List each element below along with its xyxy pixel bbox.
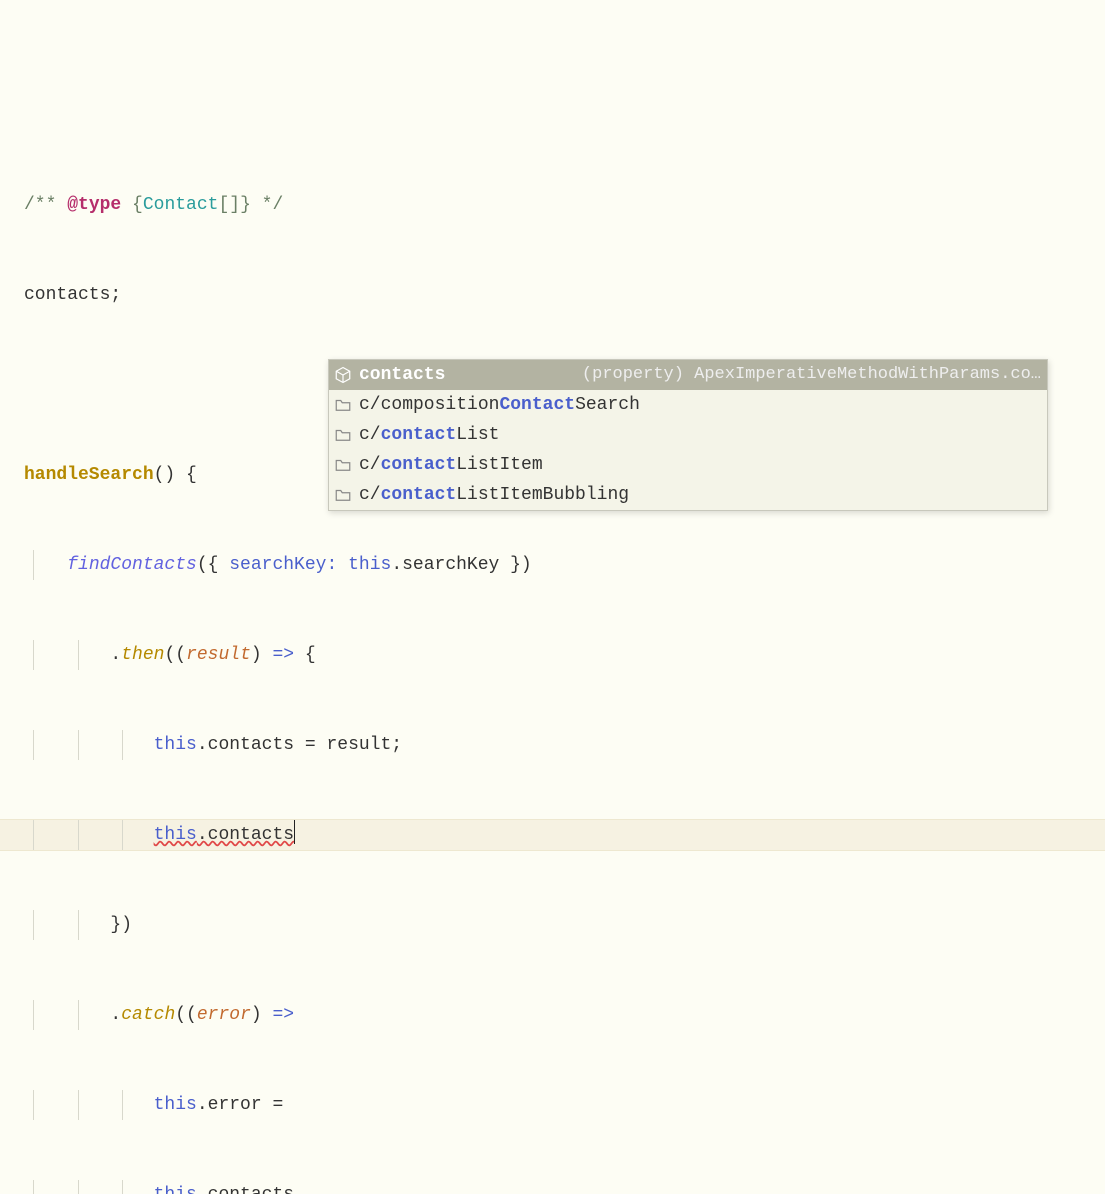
code-text: result <box>186 645 251 665</box>
code-text: this <box>154 735 197 755</box>
code-text: then <box>121 645 164 665</box>
autocomplete-label: contacts <box>359 360 445 390</box>
code-text: (( <box>164 645 186 665</box>
autocomplete-label: c/compositionContactSearch <box>359 390 640 420</box>
code-text: this <box>348 555 391 575</box>
code-line[interactable]: .then((result) => { <box>0 640 1105 670</box>
code-line[interactable]: findContacts({ searchKey: this.searchKey… <box>0 550 1105 580</box>
code-editor[interactable]: /** @type {Contact[]} */ contacts; handl… <box>0 130 1105 1194</box>
code-text: ({ <box>197 555 229 575</box>
code-line[interactable]: contacts; <box>0 280 1105 310</box>
function-name: handleSearch <box>24 465 154 485</box>
code-line[interactable]: this.error = <box>0 1090 1105 1120</box>
code-line[interactable]: this.contacts = result; <box>0 730 1105 760</box>
code-text: => <box>272 645 294 665</box>
code-text: .searchKey }) <box>391 555 531 575</box>
code-text: .contacts = result; <box>197 735 402 755</box>
autocomplete-detail: (property) ApexImperativeMethodWithParam… <box>562 360 1041 390</box>
code-text: . <box>110 645 121 665</box>
code-text: contacts; <box>24 285 121 305</box>
code-text: .contacts <box>197 1185 294 1194</box>
autocomplete-popup[interactable]: contacts (property) ApexImperativeMethodW… <box>328 359 1048 511</box>
code-text: catch <box>121 1005 175 1025</box>
code-text: .error = <box>197 1095 294 1115</box>
folder-icon <box>333 425 353 445</box>
code-line[interactable]: /** @type {Contact[]} */ <box>0 190 1105 220</box>
code-text: }) <box>110 915 132 935</box>
text-cursor <box>294 820 295 844</box>
autocomplete-item[interactable]: c/compositionContactSearch <box>329 390 1047 420</box>
function-call: findContacts <box>67 555 197 575</box>
autocomplete-item[interactable]: c/contactList <box>329 420 1047 450</box>
code-line[interactable]: .catch((error) => <box>0 1000 1105 1030</box>
code-text: ) <box>251 1005 273 1025</box>
current-line[interactable]: this.contacts <box>0 820 1105 850</box>
code-text: (( <box>175 1005 197 1025</box>
autocomplete-label: c/contactListItemBubbling <box>359 480 629 510</box>
code-line[interactable]: this.contacts <box>0 1180 1105 1194</box>
autocomplete-item-selected[interactable]: contacts (property) ApexImperativeMethodW… <box>329 360 1047 390</box>
code-text: => <box>272 1005 294 1025</box>
code-line[interactable]: }) <box>0 910 1105 940</box>
code-text: () { <box>154 465 197 485</box>
property-icon <box>333 365 353 385</box>
autocomplete-item[interactable]: c/contactListItem <box>329 450 1047 480</box>
code-text: error <box>197 1005 251 1025</box>
autocomplete-label: c/contactListItem <box>359 450 543 480</box>
code-text: this <box>154 1185 197 1194</box>
folder-icon <box>333 455 353 475</box>
code-text: { <box>294 645 316 665</box>
folder-icon <box>333 395 353 415</box>
jsdoc-comment: /** @type {Contact[]} */ <box>24 195 283 215</box>
code-text: . <box>110 1005 121 1025</box>
code-text: this <box>154 1095 197 1115</box>
folder-icon <box>333 485 353 505</box>
autocomplete-item[interactable]: c/contactListItemBubbling <box>329 480 1047 510</box>
code-text: searchKey: <box>229 555 337 575</box>
autocomplete-label: c/contactList <box>359 420 499 450</box>
code-text: ) <box>251 645 273 665</box>
syntax-error: this.contacts <box>154 825 294 845</box>
code-text <box>337 555 348 575</box>
